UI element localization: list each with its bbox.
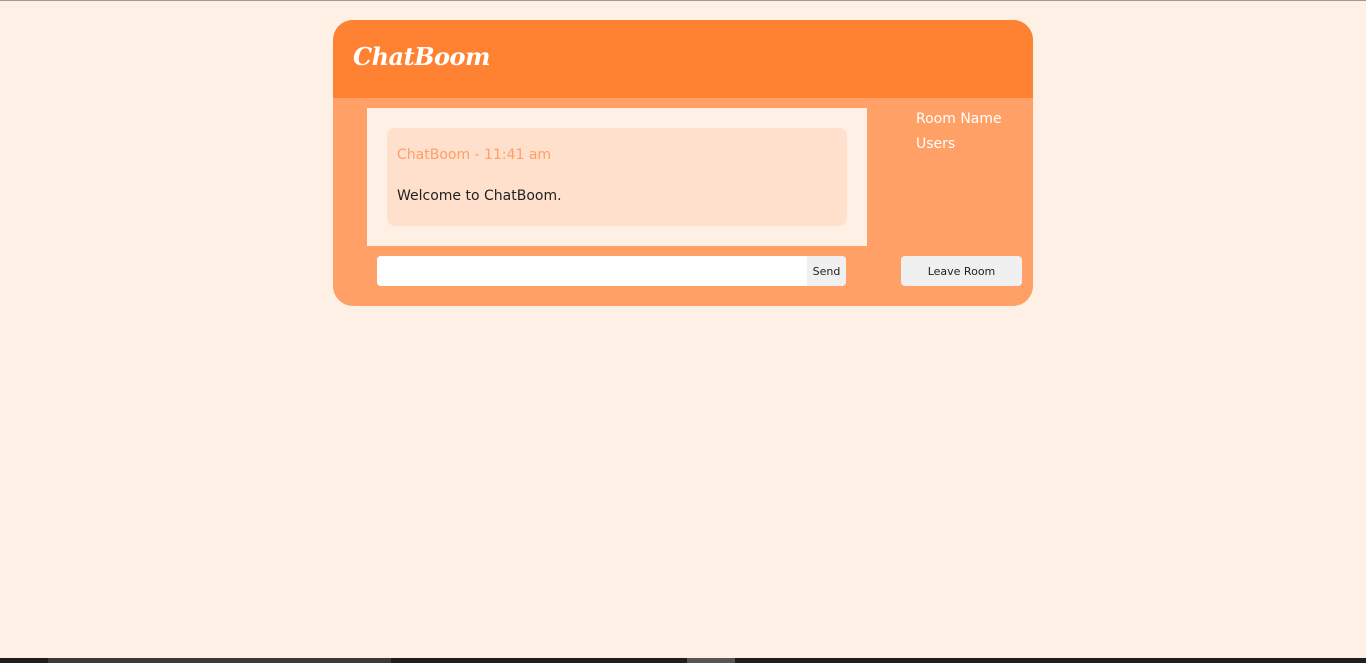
taskbar-item[interactable] xyxy=(687,658,735,663)
taskbar-item[interactable] xyxy=(48,658,391,663)
taskbar xyxy=(0,658,1366,663)
browser-top-border xyxy=(0,0,1366,1)
message-meta: ChatBoom - 11:41 am xyxy=(397,147,552,163)
message-input[interactable] xyxy=(377,256,807,286)
send-button[interactable]: Send xyxy=(807,256,846,286)
message-text: Welcome to ChatBoom. xyxy=(397,188,562,204)
message-composer: Send xyxy=(377,256,846,286)
chat-header: ChatBoom xyxy=(333,20,1033,98)
users-label: Users xyxy=(916,136,956,152)
chat-container: ChatBoom ChatBoom - 11:41 am Welcome to … xyxy=(333,20,1033,306)
room-name-label: Room Name xyxy=(916,111,1002,127)
chat-messages: ChatBoom - 11:41 am Welcome to ChatBoom. xyxy=(367,108,867,246)
leave-room-button[interactable]: Leave Room xyxy=(901,256,1022,286)
app-logo: ChatBoom xyxy=(353,42,490,71)
chat-message: ChatBoom - 11:41 am Welcome to ChatBoom. xyxy=(387,128,847,226)
